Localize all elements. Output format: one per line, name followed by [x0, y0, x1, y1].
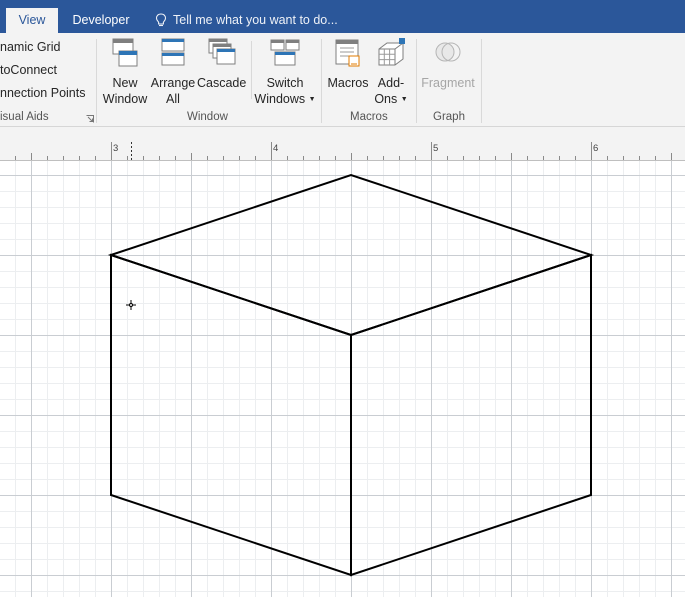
ruler-label-3: 3 [113, 143, 119, 154]
new-window-icon [112, 38, 138, 67]
cube-left-face[interactable] [110, 253, 352, 577]
lightbulb-icon [155, 13, 167, 27]
crosshair-cursor-icon [126, 300, 136, 310]
new-window-label-2: Window [102, 92, 148, 106]
add-ons-icon [378, 38, 405, 66]
window-group-label: Window [187, 111, 228, 123]
ruler-spacer [0, 127, 685, 141]
cascade-button[interactable]: Cascade [197, 37, 247, 109]
tab-developer[interactable]: Developer [66, 8, 136, 33]
dynamic-grid-checkbox[interactable]: namic Grid [0, 40, 60, 54]
arrange-all-icon [161, 38, 185, 66]
group-separator [416, 39, 417, 123]
arrange-all-label-1: Arrange [150, 76, 196, 90]
arrange-all-button[interactable]: Arrange All [150, 37, 196, 109]
macros-label: Macros [327, 76, 369, 90]
tab-view[interactable]: View [6, 8, 58, 33]
group-separator [321, 39, 322, 123]
macros-group-label: Macros [350, 111, 388, 123]
tell-me-placeholder: Tell me what you want to do... [173, 13, 338, 27]
chevron-down-icon: ▼ [308, 96, 316, 103]
fragment-icon [435, 42, 461, 62]
new-window-label-1: New [112, 76, 138, 90]
visual-aids-group-label: isual Aids [0, 111, 49, 123]
ruler-ticks [15, 142, 672, 160]
macros-icon [335, 39, 360, 67]
autoconnect-checkbox[interactable]: toConnect [0, 63, 57, 77]
macros-button[interactable]: Macros [325, 37, 371, 109]
cascade-icon [208, 38, 236, 65]
ruler-label-5: 5 [433, 143, 439, 154]
group-separator [481, 39, 482, 123]
cube-right-face[interactable] [350, 253, 592, 577]
horizontal-ruler: 3 4 5 6 [0, 141, 685, 161]
new-window-button[interactable]: New Window [101, 37, 149, 109]
add-ons-label-1: Add- [377, 76, 405, 90]
group-separator [251, 41, 252, 99]
chevron-down-icon: ▼ [400, 96, 408, 103]
cascade-label: Cascade [197, 76, 247, 90]
ribbon-tab-bar: View Developer Tell me what you want to … [0, 0, 685, 33]
fragment-button[interactable]: Fragment [419, 37, 477, 109]
group-separator [96, 39, 97, 123]
fragment-label: Fragment [421, 76, 475, 90]
ruler-label-6: 6 [593, 143, 599, 154]
cube-top-face[interactable] [107, 173, 595, 337]
arrange-all-label-2: All [166, 92, 180, 106]
cube-shape[interactable] [0, 161, 685, 597]
ribbon: namic Grid toConnect nnection Points isu… [0, 33, 685, 127]
switch-windows-button[interactable]: Switch Windows ▼ [254, 37, 316, 109]
dialog-launcher-icon[interactable] [86, 115, 94, 123]
graph-group-label: Graph [433, 111, 465, 123]
connection-points-checkbox[interactable]: nnection Points [0, 86, 85, 100]
add-ons-label-2: Ons ▼ [371, 91, 411, 108]
add-ons-button[interactable]: Add- Ons ▼ [371, 37, 411, 109]
add-ons-label-text: Ons [374, 92, 398, 106]
ruler-label-4: 4 [273, 143, 279, 154]
switch-windows-label-2: Windows ▼ [254, 91, 316, 108]
switch-windows-icon [270, 39, 300, 66]
switch-windows-label-1: Switch [266, 76, 304, 90]
switch-windows-label-text: Windows [254, 92, 306, 106]
